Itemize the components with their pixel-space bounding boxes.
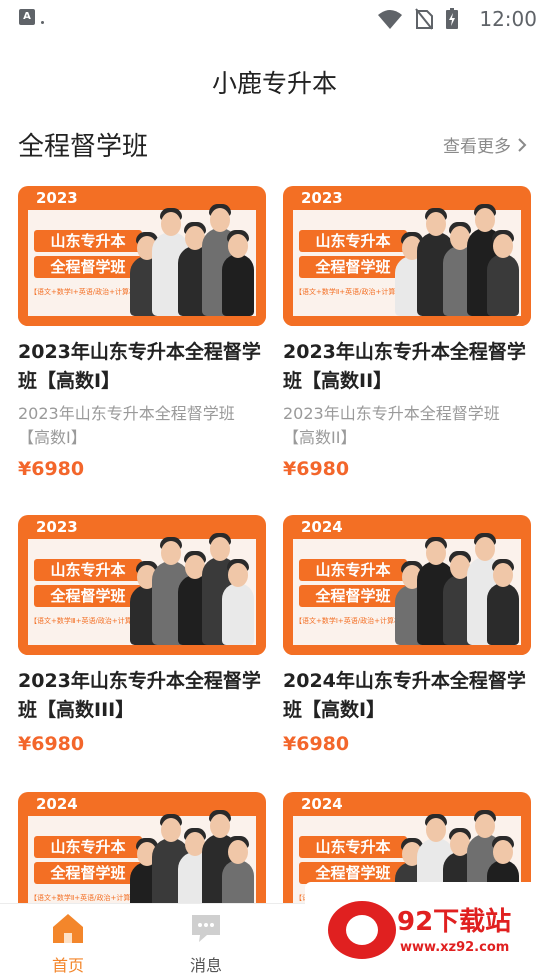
- wifi-icon: [378, 10, 402, 29]
- course-name: 2023年山东专升本全程督学班【高数II】: [283, 341, 526, 392]
- course-price: ¥6980: [18, 733, 85, 755]
- banner-title-line-1: 山东专升本: [299, 559, 407, 581]
- nav-home[interactable]: 首页: [28, 912, 108, 976]
- banner-title-line-2: 全程督学班: [34, 862, 142, 884]
- banner-year: 2023: [36, 518, 78, 536]
- banner-title-line-2: 全程督学班: [34, 585, 142, 607]
- home-icon: [53, 914, 83, 943]
- course-price: ¥6980: [283, 733, 350, 755]
- clock: 12:00: [479, 7, 537, 31]
- course-card[interactable]: 2023 山东专升本 全程督学班 【语文+数学Ⅲ+英语/政治+计算机】 2023年山东专…: [18, 515, 266, 755]
- banner-title-line-1: 山东专升本: [299, 230, 407, 252]
- banner-title-line-1: 山东专升本: [34, 559, 142, 581]
- course-banner: 2024 山东专升本 全程督学班 【语文+数学Ⅰ+英语/政治+计算机】: [283, 515, 531, 655]
- banner-year: 2023: [301, 189, 343, 207]
- course-card[interactable]: 2024 山东专升本 全程督学班 【语文+数学Ⅰ+英语/政治+计算机】 2024年山东专…: [283, 515, 531, 755]
- chevron-right-icon: [518, 137, 527, 152]
- watermark-title: 92下载站: [397, 907, 512, 937]
- nav-home-label: 首页: [51, 956, 84, 975]
- teacher-figure: [487, 230, 519, 316]
- banner-title-line-2: 全程督学班: [299, 862, 407, 884]
- banner-year: 2024: [36, 795, 78, 813]
- banner-title-line-2: 全程督学班: [299, 256, 407, 278]
- banner-title-line-1: 山东专升本: [34, 230, 142, 252]
- course-name: 2023年山东专升本全程督学班【高数I】: [18, 341, 261, 392]
- course-price: ¥6980: [283, 458, 350, 480]
- chat-icon: [192, 915, 220, 942]
- teachers-photo: [395, 204, 519, 316]
- teacher-figure: [222, 230, 254, 316]
- status-icons: [377, 8, 459, 30]
- course-name: 2023年山东专升本全程督学班【高数III】: [18, 670, 261, 721]
- course-banner: 2023 山东专升本 全程督学班 【语文+数学Ⅲ+英语/政治+计算机】: [18, 515, 266, 655]
- course-name: 2024年山东专升本全程督学班【高数I】: [283, 670, 526, 721]
- watermark-logo-icon: [328, 901, 396, 959]
- course-description: 2023年山东专升本全程督学班【高数I】: [18, 404, 235, 447]
- status-bar: A 12:00: [0, 0, 549, 38]
- teachers-photo: [130, 204, 254, 316]
- banner-title-line-2: 全程督学班: [299, 585, 407, 607]
- banner-title-line-1: 山东专升本: [34, 836, 142, 858]
- section-title: 全程督学班: [18, 132, 149, 162]
- notification-dot: [41, 21, 44, 24]
- nav-messages-label: 消息: [189, 956, 222, 975]
- teacher-figure: [222, 559, 254, 645]
- banner-year: 2023: [36, 189, 78, 207]
- course-card[interactable]: 2023 山东专升本 全程督学班 【语文+数学Ⅰ+英语/政治+计算机】 2023年山东专…: [18, 186, 266, 480]
- teacher-figure: [487, 559, 519, 645]
- nav-messages[interactable]: 消息: [166, 912, 246, 976]
- course-banner: 2023 山东专升本 全程督学班 【语文+数学Ⅱ+英语/政治+计算机】: [283, 186, 531, 326]
- course-banner: 2023 山东专升本 全程督学班 【语文+数学Ⅰ+英语/政治+计算机】: [18, 186, 266, 326]
- page-title: 小鹿专升本: [211, 69, 337, 98]
- see-more-label: 查看更多: [443, 137, 511, 157]
- banner-title-line-2: 全程督学班: [34, 256, 142, 278]
- course-card[interactable]: 2023 山东专升本 全程督学班 【语文+数学Ⅱ+英语/政治+计算机】 2023年山东专…: [283, 186, 531, 480]
- banner-title-line-1: 山东专升本: [299, 836, 407, 858]
- teachers-photo: [130, 533, 254, 645]
- app-notification-icon: A: [19, 9, 35, 25]
- site-watermark: 92下载站 www.xz92.com: [305, 882, 549, 976]
- see-more-link[interactable]: 查看更多: [443, 132, 527, 157]
- battery-charging-icon: [446, 8, 458, 29]
- banner-year: 2024: [301, 795, 343, 813]
- course-price: ¥6980: [18, 458, 85, 480]
- teachers-photo: [395, 533, 519, 645]
- course-description: 2023年山东专升本全程督学班【高数II】: [283, 404, 500, 447]
- watermark-url: www.xz92.com: [400, 940, 510, 955]
- no-sim-icon: [415, 8, 433, 30]
- banner-year: 2024: [301, 518, 343, 536]
